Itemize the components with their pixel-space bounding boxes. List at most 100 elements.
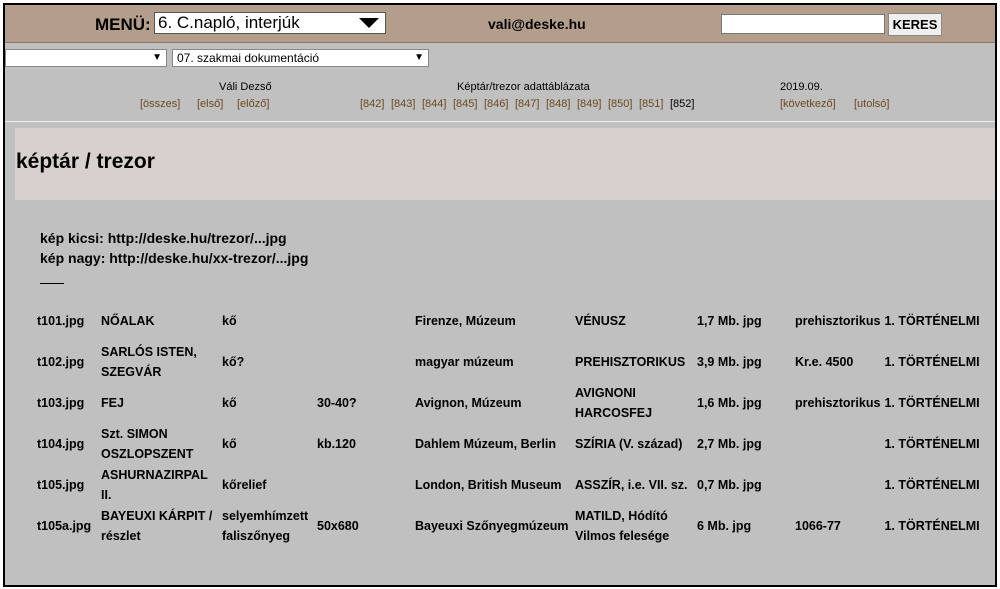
category-select[interactable]: ▼ [5, 49, 167, 67]
top-bar: MENÜ: 6. C.napló, interjúk vali@deske.hu… [5, 5, 995, 43]
size-cell: 50x680 [317, 518, 359, 533]
title-cell-line: részlet [101, 528, 141, 543]
document-select[interactable]: 07. szakmai dokumentáció ▼ [172, 49, 429, 67]
document-date: 2019.09. [780, 81, 823, 93]
size-cell [315, 341, 413, 382]
filesize-cell: 3,9 Mb. jpg [697, 354, 762, 369]
page-link-846[interactable]: [846] [484, 98, 508, 110]
material-cell: kő [220, 382, 315, 423]
title-band: képtár / trezor [15, 128, 995, 200]
page-link-843[interactable]: [843] [391, 98, 415, 110]
page-link-848[interactable]: [848] [546, 98, 570, 110]
title-cell-line: SZEGVÁR [101, 364, 162, 379]
user-email: vali@deske.hu [488, 16, 586, 32]
file-cell: t104.jpg [37, 436, 85, 451]
nav-link-previous[interactable]: [előző] [237, 98, 269, 110]
period-cell: VÉNUSZ [573, 300, 695, 341]
size-cell [315, 464, 413, 505]
date-cell: 1066-77 [795, 518, 841, 533]
material-cell-line: kő [222, 395, 237, 410]
material-cell: kőrelief [220, 464, 315, 505]
date-cell [793, 423, 882, 464]
menu-select[interactable]: 6. C.napló, interjúk [154, 12, 386, 34]
category-cell: 1. TÖRTÉNELMI [884, 477, 980, 492]
filesize-cell: 0,7 Mb. jpg [697, 477, 762, 492]
size-cell: 30-40? [317, 395, 357, 410]
period-cell: PREHISZTORIKUS [573, 341, 695, 382]
period-cell-line: ASSZÍR, i.e. VII. sz. [575, 477, 688, 492]
filesize-cell: 1,7 Mb. jpg [697, 313, 762, 328]
table-row: t105a.jpg BAYEUXI KÁRPIT / részlet selyemhí… [35, 505, 982, 546]
filesize-cell: 1,6 Mb. jpg [697, 395, 762, 410]
page-link-845[interactable]: [845] [453, 98, 477, 110]
period-cell-line: SZÍRIA (V. század) [575, 436, 683, 451]
period-cell-line: Vilmos felesége [575, 528, 670, 543]
page-title: képtár / trezor [16, 150, 155, 173]
title-cell-line: II. [101, 487, 112, 502]
title-cell-line: BAYEUXI KÁRPIT / [101, 508, 213, 523]
page-link-847[interactable]: [847] [515, 98, 539, 110]
page-link-850[interactable]: [850] [608, 98, 632, 110]
file-cell: t103.jpg [37, 395, 85, 410]
table-row: t105.jpg ASHURNAZIRPAL II. kőrelief London, … [35, 464, 982, 505]
period-cell-line: MATILD, Hódító [575, 508, 668, 523]
table-row: t101.jpg NŐALAK kő Firenze, Múzeum VÉNUSZ 1,7… [35, 300, 982, 341]
divider [40, 283, 64, 284]
chevron-down-icon [359, 18, 379, 28]
title-cell-line: FEJ [101, 395, 124, 410]
filesize-cell: 6 Mb. jpg [697, 518, 752, 533]
material-cell-line: kő? [222, 354, 245, 369]
data-table: t101.jpg NŐALAK kő Firenze, Múzeum VÉNUSZ 1,7… [35, 300, 982, 546]
date-cell: Kr.e. 4500 [795, 354, 854, 369]
material-cell-line: kő [222, 313, 237, 328]
author-name: Váli Dezső [219, 81, 272, 93]
material-cell-line: kőrelief [222, 477, 267, 492]
file-cell: t105.jpg [37, 477, 85, 492]
table-row: t103.jpg FEJ kő 30-40? Avignon, Múzeum AVIGNO… [35, 382, 982, 423]
date-cell: prehisztorikus [795, 395, 881, 410]
page-link-851[interactable]: [851] [639, 98, 663, 110]
page-link-844[interactable]: [844] [422, 98, 446, 110]
page-link-842[interactable]: [842] [360, 98, 384, 110]
file-cell: t105a.jpg [37, 518, 92, 533]
category-cell: 1. TÖRTÉNELMI [884, 395, 980, 410]
title-cell: NŐALAK [99, 300, 220, 341]
table-row: t104.jpg Szt. SIMON OSZLOPSZENT kő kb.120 Dah… [35, 423, 982, 464]
small-image-info: kép kicsi: http://deske.hu/trezor/...jpg [40, 230, 287, 246]
category-cell: 1. TÖRTÉNELMI [884, 354, 980, 369]
nav-link-next[interactable]: [következő] [780, 98, 836, 110]
search-button[interactable]: KERES [888, 13, 942, 36]
size-cell [315, 300, 413, 341]
title-cell-line: NŐALAK [101, 313, 155, 328]
title-cell-line: ASHURNAZIRPAL [101, 467, 208, 482]
file-cell: t101.jpg [37, 313, 85, 328]
nav-link-all[interactable]: [összes] [140, 98, 180, 110]
title-cell: SARLÓS ISTEN, SZEGVÁR [99, 341, 220, 382]
title-cell-line: Szt. SIMON [101, 426, 168, 441]
place-cell: Bayeuxi Szőnyegmúzeum [415, 518, 569, 533]
place-cell: Avignon, Múzeum [415, 395, 522, 410]
period-cell-line: AVIGNONI [575, 385, 636, 400]
date-cell: prehisztorikus [795, 313, 881, 328]
chevron-down-icon: ▼ [414, 52, 424, 63]
category-cell: 1. TÖRTÉNELMI [884, 436, 980, 451]
material-cell: kő [220, 423, 315, 464]
large-image-info: kép nagy: http://deske.hu/xx-trezor/...j… [40, 250, 309, 266]
page-frame: MENÜ: 6. C.napló, interjúk vali@deske.hu… [3, 3, 997, 587]
period-cell-line: PREHISZTORIKUS [575, 354, 686, 369]
nav-link-first[interactable]: [első] [197, 98, 223, 110]
period-cell: SZÍRIA (V. század) [573, 423, 695, 464]
file-cell: t102.jpg [37, 354, 85, 369]
title-cell: Szt. SIMON OSZLOPSZENT [99, 423, 220, 464]
search-input[interactable] [721, 14, 885, 34]
nav-link-last[interactable]: [utolsó] [854, 98, 889, 110]
menu-select-value: 6. C.napló, interjúk [158, 13, 300, 32]
place-cell: Dahlem Múzeum, Berlin [415, 436, 556, 451]
material-cell: kő [220, 300, 315, 341]
size-cell: kb.120 [317, 436, 356, 451]
filesize-cell: 2,7 Mb. jpg [697, 436, 762, 451]
period-cell-line: VÉNUSZ [575, 313, 626, 328]
menu-label: MENÜ: [95, 15, 151, 34]
page-link-849[interactable]: [849] [577, 98, 601, 110]
material-cell-line: faliszőnyeg [222, 528, 291, 543]
